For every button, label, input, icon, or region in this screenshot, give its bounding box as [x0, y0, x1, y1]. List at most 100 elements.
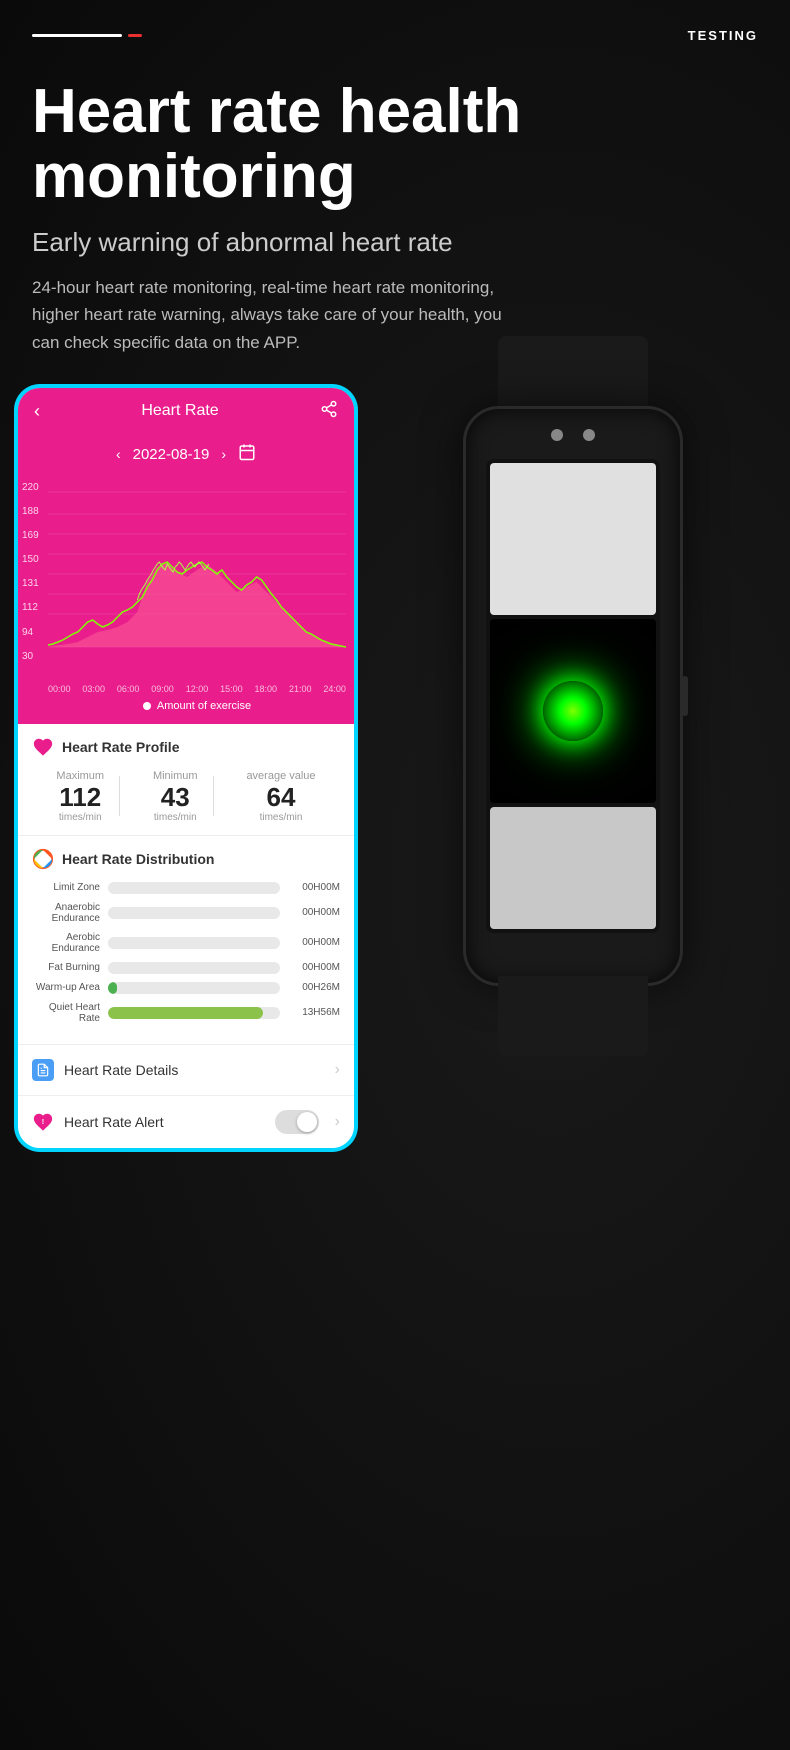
x-label-21: 21:00: [289, 684, 312, 694]
max-label: Maximum: [56, 770, 104, 782]
min-stat: Minimum 43 times/min: [153, 770, 198, 823]
warmup-label: Warm-up Area: [32, 982, 100, 993]
quiet-time: 13H56M: [288, 1007, 340, 1018]
min-label: Minimum: [153, 770, 198, 782]
header-line-white: [32, 34, 122, 37]
x-label-18: 18:00: [255, 684, 278, 694]
next-date-button[interactable]: ›: [221, 446, 226, 462]
anaerobic-bar-container: [108, 907, 280, 919]
limit-zone-bar-container: [108, 882, 280, 894]
aerobic-label: Aerobic Endurance: [32, 932, 100, 954]
phone-mockup: ‹ Heart Rate ‹ 2022-08-19 ›: [16, 386, 356, 1150]
fat-burning-label: Fat Burning: [32, 962, 100, 973]
watch-side-button[interactable]: [682, 676, 688, 716]
heart-rate-profile-section: Heart Rate Profile Maximum 112 times/min…: [18, 724, 354, 836]
watch-area: [356, 386, 790, 1006]
header-line-red: [128, 34, 142, 37]
x-label-12: 12:00: [186, 684, 209, 694]
alert-arrow-icon: ›: [335, 1113, 340, 1131]
distribution-title: Heart Rate Distribution: [62, 851, 214, 867]
quiet-label: Quiet Heart Rate: [32, 1002, 100, 1024]
details-arrow-icon: ›: [335, 1061, 340, 1079]
testing-label: TESTING: [688, 28, 758, 43]
x-label-6: 06:00: [117, 684, 140, 694]
watch-band-bottom: [498, 976, 648, 1056]
sensor-dot-right: [583, 429, 595, 441]
date-navigation: ‹ 2022-08-19 ›: [18, 435, 354, 474]
distribution-icon: [32, 848, 54, 870]
dist-row-limit: Limit Zone 00H00M: [32, 882, 340, 894]
avg-unit: times/min: [246, 812, 315, 823]
hero-subtitle: Early warning of abnormal heart rate: [32, 227, 758, 258]
quiet-bar: [108, 1007, 263, 1019]
calendar-icon[interactable]: [238, 443, 256, 466]
watch-band-top: [498, 336, 648, 416]
profile-stats: Maximum 112 times/min Minimum 43 times/m…: [32, 770, 340, 823]
heart-rate-distribution-section: Heart Rate Distribution Limit Zone 00H00…: [18, 836, 354, 1045]
x-label-3: 03:00: [82, 684, 105, 694]
chart-x-labels: 00:00 03:00 06:00 09:00 12:00 15:00 18:0…: [48, 682, 346, 696]
watch-screen-bottom: [490, 807, 656, 929]
watch-with-bands: [463, 406, 683, 986]
warmup-bar: [108, 982, 117, 994]
anaerobic-label: Anaerobic Endurance: [32, 902, 100, 924]
min-value: 43: [153, 784, 198, 810]
heart-rate-chart: 220 188 169 150 131 112 94 30: [18, 474, 354, 724]
y-label-220: 220: [22, 482, 39, 493]
profile-header: Heart Rate Profile: [32, 736, 340, 758]
header: TESTING: [0, 0, 790, 59]
hero-title: Heart rate health monitoring: [32, 79, 758, 209]
dist-row-warmup: Warm-up Area 00H26M: [32, 982, 340, 994]
heart-rate-details-row[interactable]: Heart Rate Details ›: [18, 1045, 354, 1096]
aerobic-time: 00H00M: [288, 937, 340, 948]
y-label-131: 131: [22, 578, 39, 589]
limit-zone-label: Limit Zone: [32, 882, 100, 893]
header-line-group: [32, 34, 142, 37]
prev-date-button[interactable]: ‹: [116, 446, 121, 462]
back-button[interactable]: ‹: [34, 401, 40, 422]
x-label-9: 09:00: [151, 684, 174, 694]
max-value: 112: [56, 784, 104, 810]
watch-screen-top: [490, 463, 656, 616]
y-label-112: 112: [22, 602, 39, 613]
max-unit: times/min: [56, 812, 104, 823]
alert-label: Heart Rate Alert: [64, 1114, 265, 1130]
dist-row-fat: Fat Burning 00H00M: [32, 962, 340, 974]
x-label-0: 00:00: [48, 684, 71, 694]
alert-icon: !: [32, 1111, 54, 1133]
fat-burning-time: 00H00M: [288, 962, 340, 973]
watch-screen-middle: [490, 619, 656, 802]
alert-toggle[interactable]: [275, 1110, 319, 1134]
quiet-bar-container: [108, 1007, 280, 1019]
current-date: 2022-08-19: [133, 446, 210, 463]
profile-title: Heart Rate Profile: [62, 739, 179, 755]
dist-row-anaerobic: Anaerobic Endurance 00H00M: [32, 902, 340, 924]
y-label-188: 188: [22, 506, 39, 517]
avg-label: average value: [246, 770, 315, 782]
watch-sensors: [551, 429, 595, 441]
fat-burning-bar-container: [108, 962, 280, 974]
toggle-knob: [297, 1112, 317, 1132]
details-label: Heart Rate Details: [64, 1062, 325, 1078]
warmup-time: 00H26M: [288, 982, 340, 993]
aerobic-bar-container: [108, 937, 280, 949]
x-label-15: 15:00: [220, 684, 243, 694]
avg-stat: average value 64 times/min: [246, 770, 315, 823]
min-unit: times/min: [153, 812, 198, 823]
legend-dot: [143, 702, 151, 710]
heart-rate-icon: [32, 736, 54, 758]
svg-text:!: !: [42, 1117, 44, 1126]
max-stat: Maximum 112 times/min: [56, 770, 104, 823]
distribution-header: Heart Rate Distribution: [32, 848, 340, 870]
share-button[interactable]: [320, 400, 338, 423]
chart-svg: [48, 482, 346, 672]
chart-legend: Amount of exercise: [48, 696, 346, 720]
details-icon: [32, 1059, 54, 1081]
hero-body: 24-hour heart rate monitoring, real-time…: [32, 274, 532, 356]
dist-row-quiet: Quiet Heart Rate 13H56M: [32, 1002, 340, 1024]
sensor-dot-left: [551, 429, 563, 441]
hero-section: Heart rate health monitoring Early warni…: [0, 59, 790, 386]
dist-row-aerobic: Aerobic Endurance 00H00M: [32, 932, 340, 954]
y-label-150: 150: [22, 554, 39, 565]
heart-rate-alert-row[interactable]: ! Heart Rate Alert ›: [18, 1096, 354, 1148]
